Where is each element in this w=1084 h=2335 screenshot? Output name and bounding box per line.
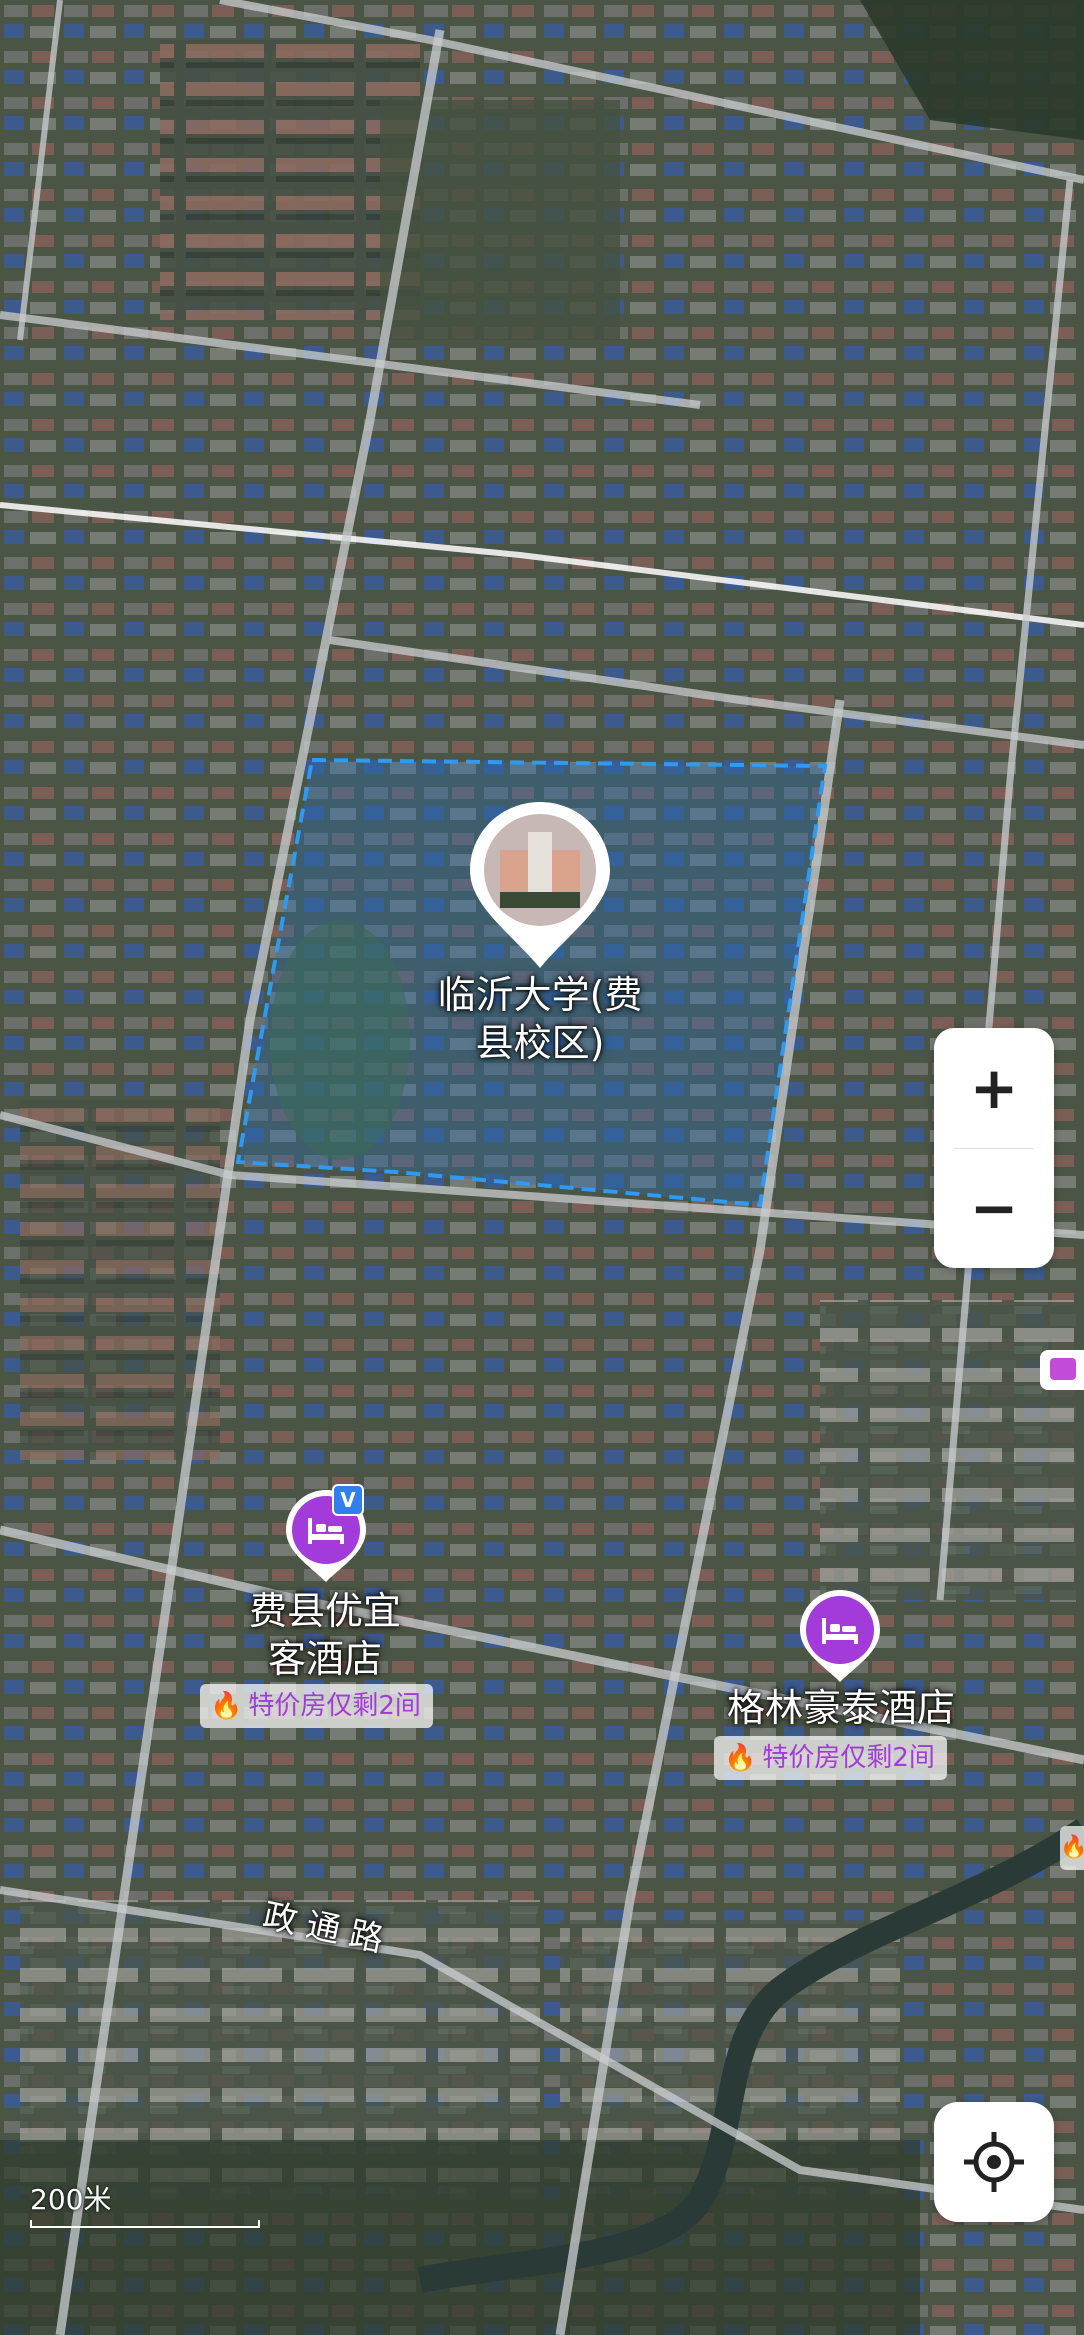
map-pin-icon	[470, 802, 610, 968]
zoom-control: + −	[934, 1028, 1054, 1268]
tag-icon	[1050, 1358, 1076, 1380]
hotel1-promo[interactable]: 🔥 特价房仅剩2间	[200, 1684, 433, 1728]
satellite-map[interactable]	[0, 0, 1084, 2335]
scale-bar: 200米	[30, 2178, 260, 2228]
university-pin[interactable]	[470, 802, 610, 970]
hotel-pin[interactable]	[800, 1590, 880, 1682]
university-name[interactable]: 临沂大学(费 县校区)	[400, 972, 680, 1067]
crosshair-icon	[964, 2132, 1024, 2192]
hotel-pin[interactable]: V	[286, 1484, 366, 1582]
hotel2-name[interactable]: 格林豪泰酒店	[706, 1685, 976, 1733]
right-edge-promo[interactable]: 🔥	[1060, 1826, 1084, 1870]
flame-icon: 🔥	[724, 1743, 757, 1773]
hotel1-name[interactable]: 费县优宜 客酒店	[220, 1588, 430, 1683]
zoom-out-button[interactable]: −	[934, 1148, 1054, 1268]
verified-badge: V	[332, 1484, 364, 1516]
scale-label: 200米	[30, 2183, 112, 2216]
scale-line	[30, 2220, 260, 2228]
flame-icon: 🔥	[1060, 1835, 1084, 1860]
right-edge-marker[interactable]	[1040, 1350, 1084, 1390]
flame-icon: 🔥	[210, 1691, 243, 1721]
zoom-in-button[interactable]: +	[934, 1028, 1054, 1148]
locate-button[interactable]	[934, 2102, 1054, 2222]
hotel2-promo[interactable]: 🔥 特价房仅剩2间	[714, 1736, 947, 1780]
